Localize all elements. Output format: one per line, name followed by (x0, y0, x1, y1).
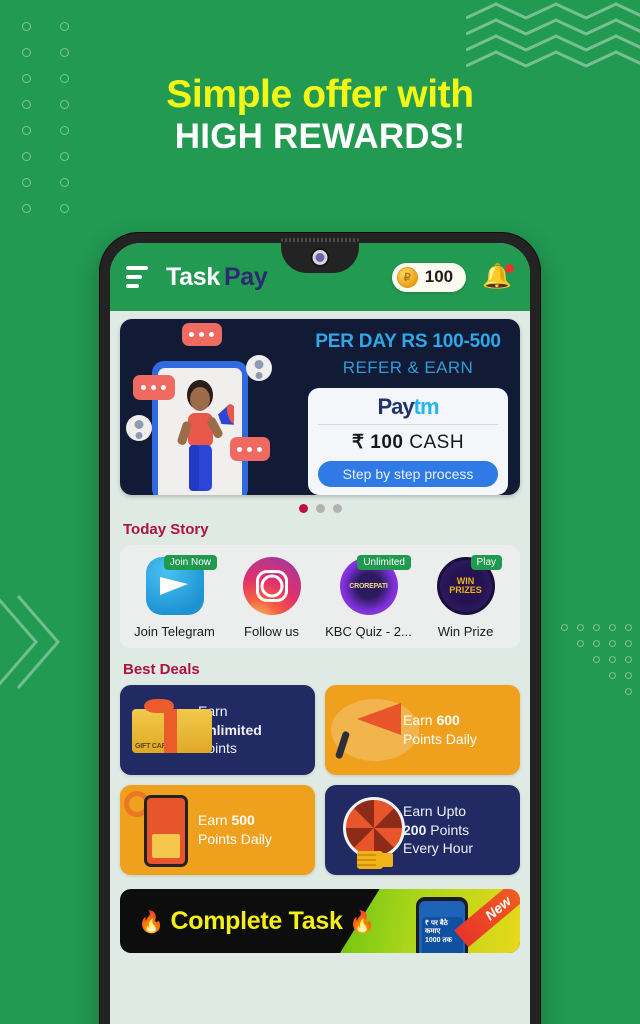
today-story-list: Join Now Join Telegram Follow us Unlimit… (120, 545, 520, 648)
avatar-icon (126, 415, 152, 441)
chevron-pattern-icon (0, 595, 60, 689)
phone-mockup: Task Pay ₽ 100 🔔 PER DAY RS 100-500 REFE… (99, 232, 541, 1024)
carousel-dot-3[interactable] (332, 504, 342, 513)
story-label: KBC Quiz - 2... (325, 624, 412, 639)
megaphone-icon (325, 685, 419, 775)
deal-line-4: Every Hour (403, 840, 474, 857)
deal-card-unlimited-points[interactable]: GIFT CARD Earn Unlimited Points (120, 685, 315, 775)
story-item-win-prize[interactable]: Play WIN PRIZES Win Prize (417, 555, 514, 639)
best-deals-grid: GIFT CARD Earn Unlimited Points Earn 600 (120, 685, 520, 875)
notification-dot (505, 264, 514, 273)
story-badge: Unlimited (357, 555, 411, 570)
phone-screen: Task Pay ₽ 100 🔔 PER DAY RS 100-500 REFE… (110, 243, 530, 1024)
chat-bubble-icon (230, 437, 270, 461)
deal-card-200-points-hourly[interactable]: Earn Upto 200 Points Every Hour (325, 785, 520, 875)
brand-second-word: Pay (223, 262, 268, 291)
person-megaphone-icon (177, 380, 234, 491)
complete-task-label: Complete Task (170, 906, 343, 935)
paytm-card: Paytm ₹ 100 CASH Step by step process (308, 388, 508, 495)
story-item-instagram[interactable]: Follow us (223, 557, 320, 639)
complete-task-title: 🔥 Complete Task 🔥 (120, 907, 375, 936)
front-camera-icon (312, 250, 328, 265)
phone-text-1: पर बैठे कमाए (425, 920, 448, 936)
story-item-telegram[interactable]: Join Now Join Telegram (126, 555, 223, 639)
hero-illustration (120, 319, 304, 495)
paytm-logo: Paytm (318, 394, 498, 425)
deal-line-3: Points (430, 821, 470, 838)
mobile-icon (120, 785, 198, 875)
hero-subtitle: REFER & EARN (342, 358, 474, 377)
headline-line-1: Simple offer with (166, 73, 474, 116)
app-brand: Task Pay (166, 263, 268, 292)
story-badge: Join Now (163, 555, 217, 570)
deal-line-3: Points Daily (198, 831, 272, 847)
paytm-logo-tm: tm (413, 394, 440, 419)
today-story-title: Today Story (123, 521, 209, 538)
hero-title: PER DAY RS 100-500 (315, 331, 501, 352)
story-label: Win Prize (437, 624, 494, 639)
deal-line-1: Earn (198, 812, 232, 829)
headline-line-2: HIGH REWARDS! (174, 117, 466, 157)
hero-banner[interactable]: PER DAY RS 100-500 REFER & EARN Paytm ₹ … (120, 319, 520, 495)
cash-amount: ₹ 100 (351, 432, 404, 453)
avatar-icon (246, 355, 272, 381)
carousel-dot-2[interactable] (315, 504, 325, 513)
promo-headline: Simple offer with HIGH REWARDS! (0, 74, 640, 160)
phone-text-2: 1000 तक (425, 936, 452, 944)
chat-bubble-icon (133, 375, 175, 400)
story-badge: Play (470, 555, 502, 570)
gift-card-label: GIFT CARD (135, 743, 172, 750)
deal-card-500-points[interactable]: Earn 500 Points Daily (120, 785, 315, 875)
phone-currency: ₹ (425, 920, 430, 927)
paytm-logo-pay: Pay (377, 394, 414, 419)
zigzag-pattern-icon (466, 2, 640, 68)
step-by-step-button[interactable]: Step by step process (318, 461, 498, 487)
instagram-icon (242, 557, 301, 615)
dot-grid-right (561, 624, 632, 704)
hamburger-menu-icon[interactable] (126, 266, 148, 288)
carousel-dot-1[interactable] (298, 504, 308, 513)
coin-icon: ₽ (396, 266, 418, 288)
carousel-dots[interactable] (110, 495, 530, 518)
fire-icon: 🔥 (349, 910, 376, 934)
complete-task-banner[interactable]: 🔥 Complete Task 🔥 ₹ पर बैठे कमाए 1000 तक … (120, 889, 520, 953)
win-icon-text: WIN PRIZES (449, 576, 482, 595)
points-badge[interactable]: ₽ 100 (391, 262, 467, 292)
best-deals-title: Best Deals (123, 661, 200, 678)
story-label: Follow us (244, 624, 299, 639)
fire-icon: 🔥 (138, 910, 164, 934)
bell-icon[interactable]: 🔔 (482, 264, 514, 289)
deal-line-2: 600 (436, 712, 460, 729)
spin-wheel-icon (325, 785, 405, 875)
kbc-icon-text: CROREPATI (349, 582, 388, 590)
cash-label: CASH (409, 432, 465, 453)
deal-line-2: 500 (231, 812, 255, 829)
chat-bubble-icon (182, 323, 222, 346)
brand-first-word: Task (166, 262, 220, 291)
deal-text: Earn Upto 200 Points Every Hour (403, 802, 479, 858)
deal-card-600-points[interactable]: Earn 600 Points Daily (325, 685, 520, 775)
deal-line-2: 200 (403, 821, 427, 838)
story-item-kbc[interactable]: Unlimited CROREPATI KBC Quiz - 2... (320, 555, 417, 639)
gift-card-icon: GIFT CARD (120, 685, 212, 775)
deal-line-1: Earn Upto (403, 802, 467, 819)
points-value: 100 (424, 267, 454, 286)
phone-notch (281, 243, 359, 273)
story-label: Join Telegram (134, 624, 215, 639)
deal-text: Earn 500 Points Daily (198, 811, 278, 849)
